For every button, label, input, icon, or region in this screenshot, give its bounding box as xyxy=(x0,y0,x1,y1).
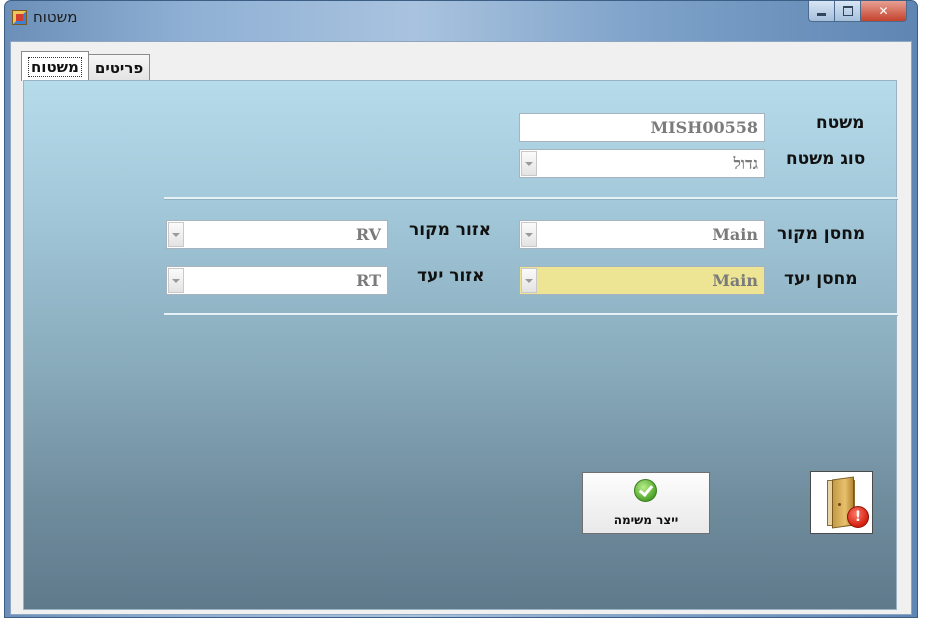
pallet-field[interactable]: MISH00558 xyxy=(519,113,765,142)
target-area-label: אזור יעד xyxy=(417,266,485,286)
minimize-button[interactable] xyxy=(808,1,835,22)
chevron-down-icon xyxy=(525,232,533,237)
source-warehouse-combo[interactable]: Main xyxy=(519,220,765,249)
create-list-button[interactable]: ייצר משימה xyxy=(582,472,710,534)
tab-pallet[interactable]: משטוח xyxy=(21,51,89,81)
source-warehouse-dropdown-button[interactable] xyxy=(521,222,537,247)
tab-panel: משטח MISH00558 סוג משטח גדול מחסן מקור M… xyxy=(23,80,898,610)
chevron-down-icon xyxy=(172,278,180,283)
pallet-value: MISH00558 xyxy=(650,118,758,137)
target-warehouse-dropdown-button[interactable] xyxy=(521,268,537,293)
chevron-down-icon xyxy=(172,232,180,237)
source-area-value: RV xyxy=(355,225,381,244)
source-warehouse-value: Main xyxy=(712,225,758,244)
alert-icon: ! xyxy=(847,506,869,528)
target-area-value: RT xyxy=(356,271,381,290)
target-area-combo[interactable]: RT xyxy=(166,266,388,295)
pallet-type-combo[interactable]: גדול xyxy=(519,149,765,178)
exit-button[interactable]: ! xyxy=(810,471,873,534)
pallet-type-value: גדול xyxy=(733,153,758,173)
app-icon xyxy=(12,10,27,25)
separator-top xyxy=(164,197,898,200)
pallet-type-dropdown-button[interactable] xyxy=(521,151,537,176)
source-area-combo[interactable]: RV xyxy=(166,220,388,249)
close-button[interactable]: ✕ xyxy=(861,1,907,22)
target-warehouse-label: מחסן יעד xyxy=(784,269,858,289)
chevron-down-icon xyxy=(525,161,533,166)
tab-items-label: פריטים xyxy=(94,58,144,77)
pallet-type-label: סוג משטח xyxy=(786,149,866,169)
tab-pallet-label: משטוח xyxy=(28,56,82,77)
maximize-icon xyxy=(842,6,853,16)
caption-buttons: ✕ xyxy=(808,1,907,25)
title-bar[interactable]: משטוח ✕ xyxy=(5,1,917,41)
target-warehouse-value: Main xyxy=(712,271,758,290)
source-area-label: אזור מקור xyxy=(409,220,492,240)
maximize-button[interactable] xyxy=(835,1,861,22)
target-warehouse-combo[interactable]: Main xyxy=(519,266,765,295)
tab-strip: משטוח פריטים xyxy=(21,51,151,81)
source-warehouse-label: מחסן מקור xyxy=(777,224,866,244)
minimize-icon xyxy=(817,12,826,16)
pallet-label: משטח xyxy=(816,113,865,133)
client-area: משטוח פריטים משטח MISH00558 סוג משטח גדו… xyxy=(10,41,912,615)
target-area-dropdown-button[interactable] xyxy=(168,268,184,293)
source-area-dropdown-button[interactable] xyxy=(168,222,184,247)
green-check-icon xyxy=(634,479,657,502)
door-knob xyxy=(838,503,841,506)
chevron-down-icon xyxy=(525,278,533,283)
app-window: משטוח ✕ משטוח פריטים משטח MISH00558 סוג … xyxy=(4,0,918,618)
window-title: משטוח xyxy=(33,8,78,26)
create-list-label: ייצר משימה xyxy=(613,513,679,527)
separator-bottom xyxy=(164,313,898,316)
close-icon: ✕ xyxy=(878,4,889,18)
tab-items[interactable]: פריטים xyxy=(88,54,151,81)
